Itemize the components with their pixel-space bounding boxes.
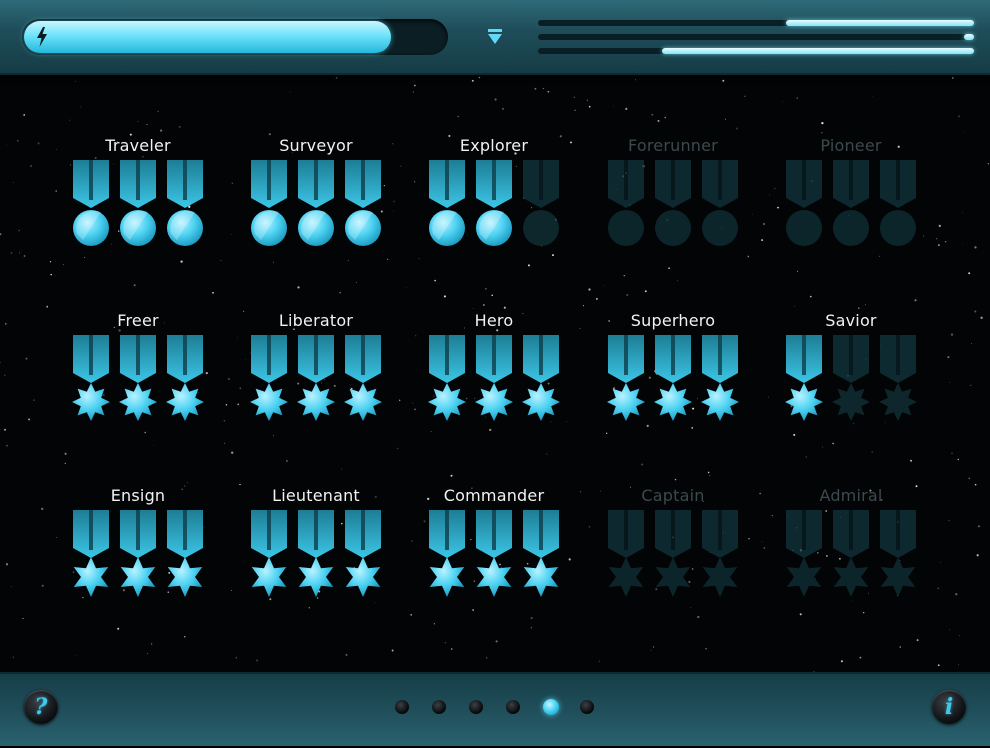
achievement-group[interactable]: Ensign bbox=[63, 486, 213, 616]
stat-meter-fill bbox=[662, 48, 974, 54]
achievement-group[interactable]: Surveyor bbox=[241, 136, 391, 266]
star-medal-icon bbox=[249, 510, 289, 600]
page-dot[interactable] bbox=[395, 700, 409, 714]
star-medal-icon bbox=[165, 510, 205, 600]
achievement-group[interactable]: Pioneer bbox=[776, 136, 926, 266]
menu-dropdown-icon[interactable] bbox=[485, 28, 505, 46]
circle-medal-icon bbox=[296, 160, 336, 250]
achievement-group[interactable]: Freer bbox=[63, 311, 213, 441]
page-dot[interactable] bbox=[432, 700, 446, 714]
star-medal-icon bbox=[831, 510, 871, 600]
achievement-title: Ensign bbox=[110, 486, 166, 505]
achievement-group[interactable]: Hero bbox=[419, 311, 569, 441]
burst-medal-icon bbox=[427, 335, 467, 425]
achievement-group[interactable]: Traveler bbox=[63, 136, 213, 266]
achievement-group[interactable]: Explorer bbox=[419, 136, 569, 266]
star-medal-icon bbox=[606, 510, 646, 600]
circle-medal-icon bbox=[71, 160, 111, 250]
help-icon: ? bbox=[34, 694, 48, 720]
stat-meter-fill bbox=[785, 20, 974, 26]
burst-medal-icon bbox=[474, 335, 514, 425]
circle-medal-icon bbox=[784, 160, 824, 250]
achievement-group[interactable]: Lieutenant bbox=[241, 486, 391, 616]
achievement-title: Traveler bbox=[105, 136, 171, 155]
circle-medal-icon bbox=[606, 160, 646, 250]
circle-medal-icon bbox=[427, 160, 467, 250]
achievement-title: Hero bbox=[474, 311, 514, 330]
bottom-bar bbox=[0, 672, 990, 746]
achievement-title: Savior bbox=[825, 311, 877, 330]
page-dot[interactable] bbox=[543, 699, 559, 715]
achievement-title: Freer bbox=[117, 311, 159, 330]
circle-medal-icon bbox=[700, 160, 740, 250]
burst-medal-icon bbox=[700, 335, 740, 425]
top-bar bbox=[0, 0, 990, 75]
achievement-title: Commander bbox=[443, 486, 545, 505]
energy-bar-fill bbox=[24, 21, 392, 53]
stat-meter-track bbox=[538, 34, 974, 40]
star-medal-icon bbox=[474, 510, 514, 600]
star-medal-icon bbox=[71, 510, 111, 600]
star-medal-icon bbox=[784, 510, 824, 600]
star-medal-icon bbox=[296, 510, 336, 600]
info-button[interactable]: i bbox=[932, 690, 966, 724]
achievement-title: Lieutenant bbox=[272, 486, 360, 505]
achievement-title: Pioneer bbox=[820, 136, 882, 155]
burst-medal-icon bbox=[118, 335, 158, 425]
burst-medal-icon bbox=[521, 335, 561, 425]
page-dot[interactable] bbox=[580, 700, 594, 714]
achievement-group[interactable]: Admiral bbox=[776, 486, 926, 616]
burst-medal-icon bbox=[249, 335, 289, 425]
achievement-title: Superhero bbox=[630, 311, 716, 330]
achievement-group[interactable]: Superhero bbox=[598, 311, 748, 441]
burst-medal-icon bbox=[653, 335, 693, 425]
achievement-group[interactable]: Liberator bbox=[241, 311, 391, 441]
info-icon: i bbox=[944, 694, 954, 720]
achievement-group[interactable]: Captain bbox=[598, 486, 748, 616]
achievement-group[interactable]: Savior bbox=[776, 311, 926, 441]
star-medal-icon bbox=[653, 510, 693, 600]
circle-medal-icon bbox=[343, 160, 383, 250]
achievement-group[interactable]: Commander bbox=[419, 486, 569, 616]
achievement-title: Captain bbox=[641, 486, 705, 505]
achievement-title: Surveyor bbox=[279, 136, 353, 155]
energy-bar bbox=[22, 19, 448, 55]
help-button[interactable]: ? bbox=[24, 690, 58, 724]
circle-medal-icon bbox=[653, 160, 693, 250]
burst-medal-icon bbox=[296, 335, 336, 425]
stats-meters bbox=[538, 16, 974, 58]
star-medal-icon bbox=[521, 510, 561, 600]
star-medal-icon bbox=[878, 510, 918, 600]
circle-medal-icon bbox=[878, 160, 918, 250]
burst-medal-icon bbox=[784, 335, 824, 425]
achievement-title: Explorer bbox=[459, 136, 529, 155]
achievement-group[interactable]: Forerunner bbox=[598, 136, 748, 266]
circle-medal-icon bbox=[831, 160, 871, 250]
achievement-title: Forerunner bbox=[628, 136, 718, 155]
star-medal-icon bbox=[427, 510, 467, 600]
star-medal-icon bbox=[700, 510, 740, 600]
page-dot[interactable] bbox=[469, 700, 483, 714]
stat-meter-fill bbox=[964, 34, 974, 40]
star-medal-icon bbox=[118, 510, 158, 600]
achievement-title: Liberator bbox=[278, 311, 354, 330]
circle-medal-icon bbox=[249, 160, 289, 250]
burst-medal-icon bbox=[343, 335, 383, 425]
circle-medal-icon bbox=[521, 160, 561, 250]
star-medal-icon bbox=[343, 510, 383, 600]
page-dot[interactable] bbox=[506, 700, 520, 714]
achievement-title: Admiral bbox=[819, 486, 883, 505]
circle-medal-icon bbox=[474, 160, 514, 250]
burst-medal-icon bbox=[606, 335, 646, 425]
burst-medal-icon bbox=[831, 335, 871, 425]
burst-medal-icon bbox=[878, 335, 918, 425]
burst-medal-icon bbox=[71, 335, 111, 425]
lightning-bolt-icon bbox=[37, 27, 47, 47]
circle-medal-icon bbox=[118, 160, 158, 250]
circle-medal-icon bbox=[165, 160, 205, 250]
burst-medal-icon bbox=[165, 335, 205, 425]
